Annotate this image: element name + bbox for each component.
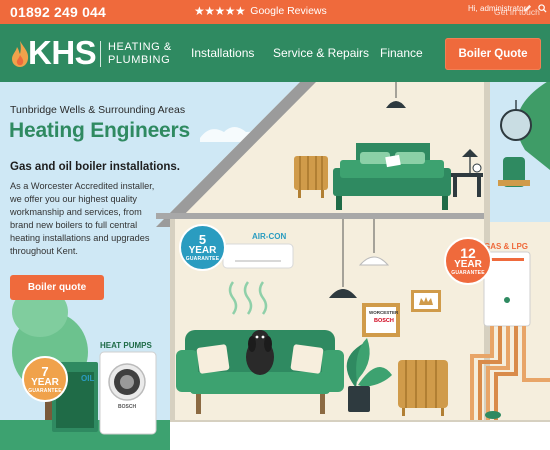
top-bar: 01892 249 044 ★★★★★ Google Reviews Hi, a… [0,0,550,24]
google-reviews-label: Google Reviews [250,5,327,17]
page-title: Heating Engineers [9,119,190,142]
badge-year: YEAR [31,376,59,388]
heat-pump-brand: BOSCH [118,404,137,410]
edit-icon[interactable] [523,4,532,13]
badge-number: 12 [460,245,476,261]
cushion [290,344,324,374]
nav-finance[interactable]: Finance [380,46,423,60]
cushion [196,344,230,374]
hero-heading: Gas and oil boiler installations. [10,161,180,173]
oil-label: OIL [81,374,95,383]
badge-year: YEAR [454,259,482,270]
badge-number: 7 [41,363,49,379]
bosch-text: BOSCH [374,318,394,324]
badge-guarantee: GUARANTEE [451,270,485,276]
worcester-text: WORCESTER [369,310,399,315]
guarantee-badge-5-year: 5 YEAR GUARANTEE [179,224,226,271]
phone-number-link[interactable]: 01892 249 044 [10,4,106,20]
side-table [451,173,483,177]
guarantee-badge-7-year: 7 YEAR GUARANTEE [22,356,68,402]
star-rating-icon: ★★★★★ [194,4,246,18]
badge-guarantee: GUARANTEE [185,256,220,262]
nav-installations[interactable]: Installations [191,46,254,60]
hero-body-text: As a Worcester Accredited installer, we … [10,181,155,256]
logo-tagline-line2: PLUMBING [108,54,171,66]
heat-pumps-label: HEAT PUMPS [100,341,152,350]
dog-bowl [485,411,501,419]
logo-tagline: HEATING & PLUMBING [108,41,172,67]
round-mirror [500,109,532,141]
logo-divider [100,41,101,67]
search-icon[interactable] [538,4,547,13]
badge-guarantee: GUARANTEE [28,387,62,394]
boiler-quote-hero-button[interactable]: Boiler quote [10,275,104,300]
get-in-touch-link[interactable]: Get in touch [494,7,540,17]
gas-lpg-label: GAS & LPG [484,242,529,251]
logo-wordmark[interactable]: KHS [28,34,97,72]
nav-service-repairs[interactable]: Service & Repairs [273,46,369,60]
guarantee-badge-12-year: 12 YEAR GUARANTEE [444,237,492,285]
hero-subtitle: Tunbridge Wells & Surrounding Areas [10,104,186,116]
logo-tagline-line1: HEATING & [108,41,172,53]
air-con-label: AIR-CON [252,232,287,241]
boiler-quote-button[interactable]: Boiler Quote [445,38,541,70]
flame-logo-icon [12,41,29,67]
google-reviews-link[interactable]: ★★★★★ Google Reviews [194,5,327,17]
air-con-unit [222,243,294,269]
badge-year: YEAR [188,245,217,256]
